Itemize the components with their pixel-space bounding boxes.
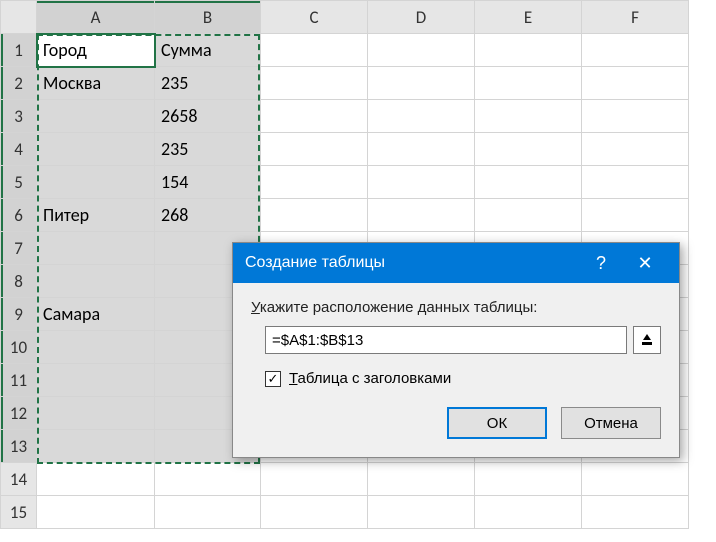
cell[interactable] bbox=[582, 67, 689, 100]
cell-A1[interactable]: Город bbox=[37, 34, 155, 67]
row-header[interactable]: 2 bbox=[1, 67, 37, 100]
cell-A13[interactable] bbox=[37, 430, 155, 463]
headers-checkbox-label: Таблица с заголовками bbox=[289, 370, 451, 387]
col-header-D[interactable]: D bbox=[368, 1, 475, 34]
cell[interactable] bbox=[368, 100, 475, 133]
cell-A7[interactable] bbox=[37, 232, 155, 265]
cell-B4[interactable]: 235 bbox=[155, 133, 261, 166]
row-header[interactable]: 1 bbox=[1, 34, 37, 67]
col-header-B[interactable]: B bbox=[155, 1, 261, 34]
cell[interactable] bbox=[582, 100, 689, 133]
dialog-title: Создание таблицы bbox=[245, 254, 579, 272]
cell-B5[interactable]: 154 bbox=[155, 166, 261, 199]
cell[interactable] bbox=[475, 100, 582, 133]
cell[interactable] bbox=[582, 496, 689, 529]
cell[interactable] bbox=[368, 166, 475, 199]
col-header-A[interactable]: A bbox=[37, 1, 155, 34]
cell[interactable] bbox=[475, 166, 582, 199]
cell-A9[interactable]: Самара bbox=[37, 298, 155, 331]
cell-B6[interactable]: 268 bbox=[155, 199, 261, 232]
cell[interactable] bbox=[261, 133, 368, 166]
cell[interactable] bbox=[37, 496, 155, 529]
row-header[interactable]: 6 bbox=[1, 199, 37, 232]
cell[interactable] bbox=[261, 496, 368, 529]
cell[interactable] bbox=[582, 34, 689, 67]
range-input[interactable] bbox=[265, 326, 627, 354]
cell-A3[interactable] bbox=[37, 100, 155, 133]
cell[interactable] bbox=[155, 496, 261, 529]
cell[interactable] bbox=[475, 463, 582, 496]
col-header-C[interactable]: C bbox=[261, 1, 368, 34]
cell[interactable] bbox=[261, 463, 368, 496]
cell[interactable] bbox=[475, 34, 582, 67]
cell[interactable] bbox=[475, 133, 582, 166]
cell[interactable] bbox=[368, 496, 475, 529]
row-header[interactable]: 12 bbox=[1, 397, 37, 430]
cell-A12[interactable] bbox=[37, 397, 155, 430]
cell-A8[interactable] bbox=[37, 265, 155, 298]
cell[interactable] bbox=[582, 463, 689, 496]
row-header[interactable]: 9 bbox=[1, 298, 37, 331]
cell[interactable] bbox=[261, 34, 368, 67]
cell[interactable] bbox=[582, 133, 689, 166]
cell[interactable] bbox=[475, 67, 582, 100]
range-label: Укажите расположение данных таблицы: bbox=[251, 299, 661, 316]
cell-A4[interactable] bbox=[37, 133, 155, 166]
row-header[interactable]: 7 bbox=[1, 232, 37, 265]
collapse-dialog-icon[interactable] bbox=[633, 326, 661, 354]
row-header[interactable]: 14 bbox=[1, 463, 37, 496]
cell-A10[interactable] bbox=[37, 331, 155, 364]
cell[interactable] bbox=[261, 67, 368, 100]
dialog-titlebar[interactable]: Создание таблицы ? ✕ bbox=[233, 243, 679, 283]
ok-button[interactable]: ОК bbox=[447, 407, 547, 439]
cell[interactable] bbox=[368, 67, 475, 100]
row-header[interactable]: 15 bbox=[1, 496, 37, 529]
cell-A6[interactable]: Питер bbox=[37, 199, 155, 232]
cell-B3[interactable]: 2658 bbox=[155, 100, 261, 133]
cell-B2[interactable]: 235 bbox=[155, 67, 261, 100]
cell[interactable] bbox=[368, 34, 475, 67]
cell[interactable] bbox=[368, 463, 475, 496]
headers-checkbox[interactable]: ✓ bbox=[265, 371, 281, 387]
row-header[interactable]: 8 bbox=[1, 265, 37, 298]
cell[interactable] bbox=[368, 133, 475, 166]
row-header[interactable]: 11 bbox=[1, 364, 37, 397]
col-header-F[interactable]: F bbox=[582, 1, 689, 34]
cell[interactable] bbox=[261, 166, 368, 199]
cell-A2[interactable]: Москва bbox=[37, 67, 155, 100]
row-header[interactable]: 5 bbox=[1, 166, 37, 199]
help-icon[interactable]: ? bbox=[579, 253, 623, 274]
cell-B1[interactable]: Сумма bbox=[155, 34, 261, 67]
cell-A5[interactable] bbox=[37, 166, 155, 199]
close-icon[interactable]: ✕ bbox=[623, 253, 667, 274]
cell[interactable] bbox=[37, 463, 155, 496]
cancel-button[interactable]: Отмена bbox=[561, 407, 661, 439]
row-header[interactable]: 13 bbox=[1, 430, 37, 463]
cell[interactable] bbox=[582, 199, 689, 232]
select-all-corner[interactable] bbox=[1, 1, 37, 34]
row-header[interactable]: 10 bbox=[1, 331, 37, 364]
cell[interactable] bbox=[261, 199, 368, 232]
cell[interactable] bbox=[582, 166, 689, 199]
cell-A11[interactable] bbox=[37, 364, 155, 397]
cell[interactable] bbox=[261, 100, 368, 133]
create-table-dialog: Создание таблицы ? ✕ Укажите расположени… bbox=[232, 242, 680, 458]
cell[interactable] bbox=[155, 463, 261, 496]
cell[interactable] bbox=[475, 199, 582, 232]
cell[interactable] bbox=[475, 496, 582, 529]
cell[interactable] bbox=[368, 199, 475, 232]
row-header[interactable]: 4 bbox=[1, 133, 37, 166]
col-header-E[interactable]: E bbox=[475, 1, 582, 34]
row-header[interactable]: 3 bbox=[1, 100, 37, 133]
